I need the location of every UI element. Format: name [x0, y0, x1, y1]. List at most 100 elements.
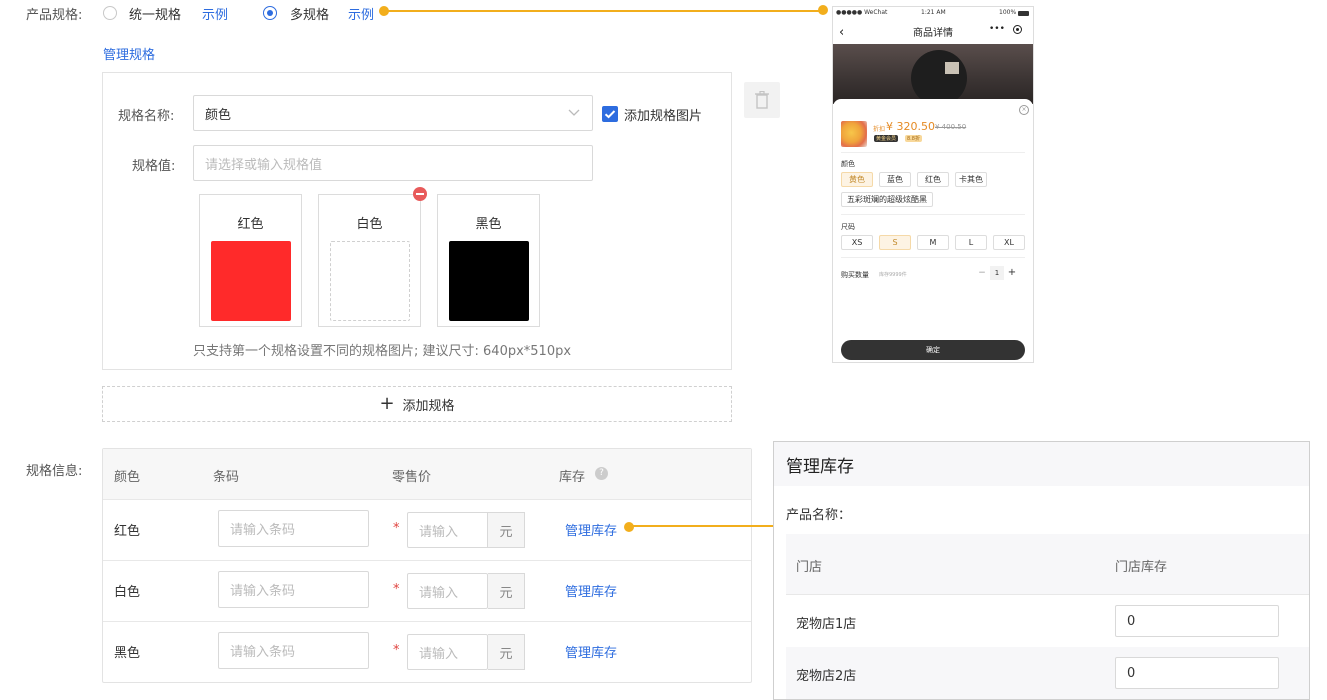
price-placeholder: 请输入: [419, 585, 459, 601]
store-stock-input[interactable]: 0: [1115, 657, 1279, 689]
color-chip[interactable]: 蓝色: [879, 172, 911, 187]
size-chip[interactable]: M: [917, 235, 949, 250]
row-color: 红色: [114, 524, 141, 539]
price-tag: 折扣: [873, 126, 886, 133]
sku-price: ¥ 320.50: [886, 120, 935, 133]
delete-spec-button[interactable]: [744, 82, 780, 118]
price-unit: 元: [488, 573, 525, 609]
spec-sheet: × 折扣 ¥ 320.50 ¥ 400.50 黄金会员 8.8折 颜色 黄色 蓝…: [833, 99, 1033, 362]
color-chip[interactable]: 五彩斑斓的超级炫酷黑: [841, 192, 933, 207]
barcode-input[interactable]: 请输入条码: [218, 571, 369, 608]
stock-text: 库存9999件: [879, 272, 907, 278]
col-stock: 库存: [559, 470, 586, 485]
more-icon[interactable]: •••: [989, 24, 1005, 34]
manage-spec-link[interactable]: 管理规格: [103, 44, 155, 63]
row-color: 白色: [114, 585, 141, 600]
spec-value-card-red[interactable]: 红色: [199, 194, 302, 327]
spec-value-card-black[interactable]: 黑色: [437, 194, 540, 327]
barcode-input[interactable]: 请输入条码: [218, 632, 369, 669]
manage-stock-panel: 管理库存 产品名称： 门店 门店库存 宠物店1店 0 宠物店2店 0: [773, 441, 1310, 700]
store-name: 宠物店2店: [796, 669, 857, 684]
remove-value-icon[interactable]: [413, 187, 427, 201]
status-carrier: ●●●●● WeChat: [836, 9, 888, 16]
manage-stock-link[interactable]: 管理库存: [565, 581, 617, 600]
size-chip[interactable]: XL: [993, 235, 1025, 250]
price-input[interactable]: 请输入: [407, 634, 488, 670]
spec-name-select[interactable]: 颜色: [193, 95, 593, 131]
qty-label: 购买数量: [841, 271, 869, 279]
size-chip[interactable]: XS: [841, 235, 873, 250]
status-battery: 100%: [999, 9, 1017, 16]
required-mark: *: [393, 582, 400, 597]
status-time: 1:21 AM: [921, 9, 946, 16]
color-section-label: 颜色: [841, 160, 855, 168]
barcode-input[interactable]: 请输入条码: [218, 510, 369, 547]
spec-image-red[interactable]: [211, 241, 291, 321]
manage-stock-link[interactable]: 管理库存: [565, 642, 617, 661]
confirm-button[interactable]: 确定: [841, 340, 1025, 360]
size-chip[interactable]: L: [955, 235, 987, 250]
spec-value-name: 红色: [237, 217, 264, 232]
phone-preview: ●●●●● WeChat 1:21 AM 100% ‹ 商品详情 ••• × 折…: [832, 6, 1034, 363]
price-input[interactable]: 请输入: [407, 573, 488, 609]
discount-badge: 8.8折: [905, 135, 922, 142]
color-chip[interactable]: 黄色: [841, 172, 873, 187]
spec-value-card-white[interactable]: 白色: [318, 194, 421, 327]
price-input[interactable]: 请输入: [407, 512, 488, 548]
store-name: 宠物店1店: [796, 617, 857, 632]
multi-spec-example-link[interactable]: 示例: [348, 4, 374, 23]
add-spec-image-checkbox[interactable]: [602, 106, 618, 122]
spec-value-name: 黑色: [475, 217, 502, 232]
qty-minus-button[interactable]: −: [975, 266, 989, 280]
price-placeholder: 请输入: [419, 646, 459, 662]
spec-image-white[interactable]: [330, 241, 410, 321]
spec-image-hint: 只支持第一个规格设置不同的规格图片; 建议尺寸: 640px*510px: [193, 344, 572, 359]
connector-line: [630, 525, 778, 527]
help-icon[interactable]: ?: [595, 467, 608, 480]
col-price: 零售价: [392, 470, 432, 485]
col-color: 颜色: [114, 470, 141, 485]
table-row: 白色 请输入条码 * 请输入 元 管理库存: [103, 561, 751, 621]
store-row: 宠物店2店 0: [786, 647, 1309, 699]
spec-value-placeholder: 请选择或输入规格值: [205, 157, 323, 173]
product-name-label: 产品名称：: [786, 508, 852, 523]
single-spec-example-link[interactable]: 示例: [202, 4, 228, 23]
store-stock-value: 0: [1127, 665, 1136, 681]
color-chip[interactable]: 红色: [917, 172, 949, 187]
spec-name-label: 规格名称:: [118, 109, 175, 124]
spec-image-black[interactable]: [449, 241, 529, 321]
single-spec-radio[interactable]: [103, 6, 117, 20]
connector-dot-end: [818, 5, 828, 15]
target-icon[interactable]: [1013, 25, 1022, 34]
member-badge: 黄金会员: [874, 135, 899, 142]
col-barcode: 条码: [213, 470, 240, 485]
add-spec-image-label[interactable]: 添加规格图片: [624, 105, 702, 124]
spec-info-label: 规格信息:: [26, 464, 83, 479]
multi-spec-label[interactable]: 多规格: [290, 4, 329, 23]
barcode-placeholder: 请输入条码: [230, 523, 296, 538]
col-store: 门店: [796, 560, 823, 575]
table-row: 红色 请输入条码 * 请输入 元 管理库存: [103, 500, 751, 560]
stock-table-header: [786, 534, 1309, 594]
sku-thumbnail: [841, 121, 867, 147]
spec-value-input[interactable]: 请选择或输入规格值: [193, 145, 593, 181]
manage-stock-link[interactable]: 管理库存: [565, 520, 617, 539]
close-icon[interactable]: ×: [1019, 105, 1029, 115]
qty-plus-button[interactable]: +: [1005, 266, 1019, 280]
table-row: 黑色 请输入条码 * 请输入 元 管理库存: [103, 622, 751, 682]
battery-icon: [1018, 11, 1029, 16]
color-chip[interactable]: 卡其色: [955, 172, 987, 187]
multi-spec-radio[interactable]: [263, 6, 277, 20]
connector-dot-start: [624, 522, 634, 532]
barcode-placeholder: 请输入条码: [230, 645, 296, 660]
qty-value[interactable]: 1: [990, 266, 1004, 280]
size-chip[interactable]: S: [879, 235, 911, 250]
stock-panel-title: 管理库存: [786, 457, 854, 477]
store-stock-input[interactable]: 0: [1115, 605, 1279, 637]
single-spec-label[interactable]: 统一规格: [129, 4, 181, 23]
required-mark: *: [393, 521, 400, 536]
spec-value-label: 规格值:: [132, 159, 176, 174]
size-section-label: 尺码: [841, 223, 855, 231]
add-spec-button[interactable]: + 添加规格: [102, 386, 732, 422]
product-image: [833, 44, 1033, 106]
